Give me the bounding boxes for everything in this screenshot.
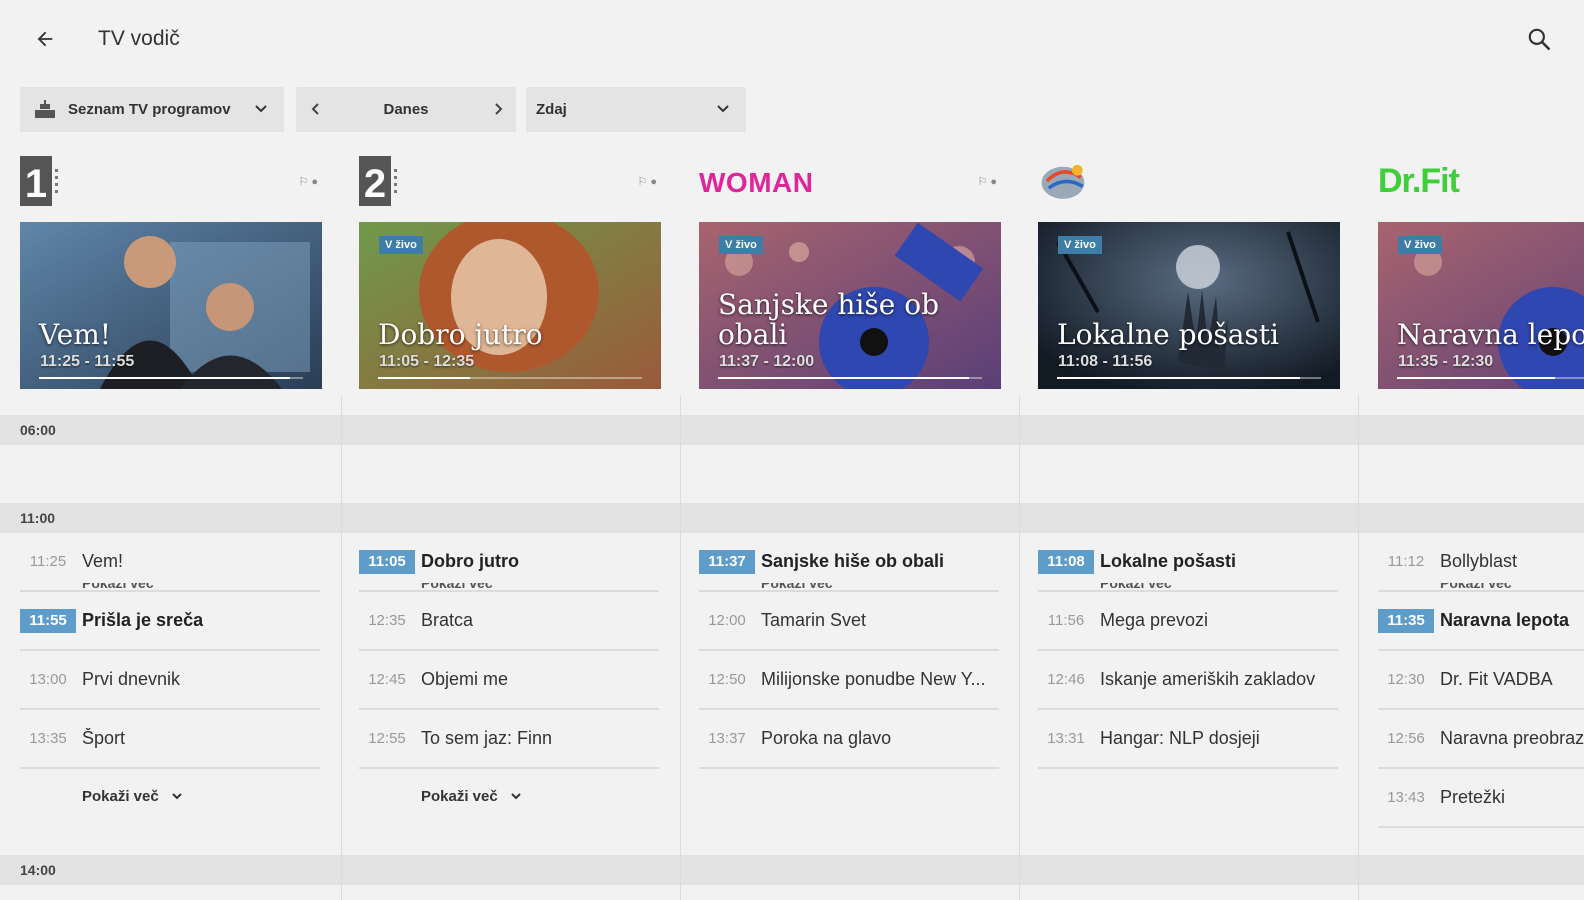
day-selector: Danes [296, 87, 516, 132]
program-row[interactable]: 11:37 Sanjske hiše ob obali [699, 533, 999, 592]
program-row[interactable]: 11:56 Mega prevozi [1038, 592, 1338, 651]
program-row[interactable]: 11:55 Prišla je sreča [20, 592, 320, 651]
program-list: 11:12 Bollyblast 11:35 Naravna lepota 12:3… [1378, 533, 1584, 828]
now-playing-card[interactable]: V živo Dobro jutro 11:05 - 12:35 [359, 222, 661, 389]
card-program-title: Lokalne pošasti [1057, 317, 1279, 351]
next-day-button[interactable] [488, 99, 508, 119]
now-playing-card[interactable]: V živo Sanjske hiše ob obali 11:37 - 12:… [699, 222, 1001, 389]
card-program-time: 11:25 - 11:55 [40, 353, 135, 370]
program-progress-bar [378, 377, 642, 379]
card-program-time: 11:05 - 12:35 [379, 353, 475, 370]
chevron-down-icon [717, 105, 729, 113]
channel-logo-drfit[interactable]: Dr.Fit [1378, 156, 1460, 206]
card-program-title: Dobro jutro [378, 317, 543, 351]
program-list: 11:25 Vem! 11:55 Prišla je sreča 13:00 Prvi… [20, 533, 320, 823]
program-row[interactable]: 11:25 Vem! [20, 533, 320, 592]
channel-logo-1[interactable]: 1 [20, 156, 63, 206]
channel-options-icon[interactable]: ⚐ ● [637, 175, 657, 188]
card-program-title: Sanjske hiše ob obali [718, 288, 940, 351]
program-progress-bar [1397, 377, 1584, 379]
card-program-time: 11:08 - 11:56 [1058, 353, 1153, 370]
show-more-button[interactable]: Pokaži več [359, 769, 659, 823]
channel-column-5: Dr.Fit V živo Naravna lepota 11:35 - 12:… [1358, 150, 1584, 900]
live-badge: V živo [1058, 236, 1102, 254]
search-icon [1528, 28, 1551, 51]
program-row[interactable]: 11:08 Lokalne pošasti [1038, 533, 1338, 592]
chevron-down-icon [172, 793, 182, 800]
now-playing-card[interactable]: Vem! 11:25 - 11:55 [20, 222, 322, 389]
channel-logo-4[interactable] [1038, 156, 1088, 206]
time-label: Zdaj [536, 101, 567, 118]
chevron-down-icon [511, 793, 521, 800]
back-button[interactable] [30, 24, 60, 54]
program-row[interactable]: 11:35 Naravna lepota [1378, 592, 1584, 651]
program-row[interactable]: 12:50 Milijonske ponudbe New Y... [699, 651, 999, 710]
channel-logo-2[interactable]: 2 [359, 156, 402, 206]
live-badge: V živo [719, 236, 763, 254]
program-list: 11:05 Dobro jutro 12:35 Bratca 12:45 Objemi… [359, 533, 659, 823]
channel-column-3: WOMAN ⚐ ● V živo Sanjske hiše ob obali 1… [679, 150, 1017, 900]
program-row[interactable]: 11:12 Bollyblast [1378, 533, 1584, 592]
chevron-down-icon [255, 105, 267, 113]
page-title: TV vodič [98, 27, 180, 50]
program-row[interactable]: 12:55 To sem jaz: Finn [359, 710, 659, 769]
program-row[interactable]: 13:35 Šport [20, 710, 320, 769]
chevron-left-icon [311, 103, 319, 115]
program-row[interactable]: 11:05 Dobro jutro [359, 533, 659, 592]
search-button[interactable] [1522, 22, 1556, 56]
program-row[interactable]: 12:56Naravna preobrazba [1378, 710, 1584, 769]
arrow-left-icon [37, 31, 53, 47]
program-row[interactable]: 13:37 Poroka na glavo [699, 710, 999, 769]
program-list: 11:37 Sanjske hiše ob obali 12:00 Tamarin … [699, 533, 999, 769]
program-row[interactable]: 12:46 Iskanje ameriških zakladov [1038, 651, 1338, 710]
show-more-button[interactable]: Pokaži več [20, 769, 320, 823]
previous-day-button[interactable] [306, 99, 326, 119]
now-playing-card[interactable]: V živo Lokalne pošasti 11:08 - 11:56 [1038, 222, 1340, 389]
channel-column-2: 2 ⚐ ● V živo Dobro jutro 11:05 - 12:35 P… [339, 150, 677, 900]
card-program-title: Naravna lepota [1397, 317, 1584, 351]
logo-decoration [55, 156, 63, 206]
logo-decoration [394, 156, 402, 206]
day-label: Danes [383, 101, 429, 118]
live-badge: V živo [379, 236, 423, 254]
channel-column-1: 1 ⚐ ● Vem! 11:25 - 11:55 Pokaži več 11:2… [0, 150, 338, 900]
program-progress-bar [39, 377, 303, 379]
program-row[interactable]: 12:30 Dr. Fit VADBA [1378, 651, 1584, 710]
channel-options-icon[interactable]: ⚐ ● [298, 175, 318, 188]
program-row[interactable]: 12:00 Tamarin Svet [699, 592, 999, 651]
program-list: 11:08 Lokalne pošasti 11:56 Mega prevozi 1… [1038, 533, 1338, 769]
card-program-time: 11:35 - 12:30 [1398, 353, 1494, 370]
channel-list-icon [35, 99, 55, 118]
channel-column-4: V živo Lokalne pošasti 11:08 - 11:56 Pok… [1018, 150, 1356, 900]
program-progress-bar [1057, 377, 1321, 379]
channel-list-label: Seznam TV programov [68, 101, 231, 118]
channel-logo-woman[interactable]: WOMAN [699, 156, 813, 206]
channel-list-dropdown[interactable]: Seznam TV programov [20, 87, 284, 132]
program-row[interactable]: 12:45 Objemi me [359, 651, 659, 710]
time-dropdown[interactable]: Zdaj [526, 87, 746, 132]
channel-options-icon[interactable]: ⚐ ● [977, 175, 997, 188]
channel-globe-logo-icon [1041, 164, 1085, 199]
program-row[interactable]: 12:35 Bratca [359, 592, 659, 651]
top-bar: TV vodič [0, 0, 1584, 76]
program-row[interactable]: 13:31 Hangar: NLP dosjeji [1038, 710, 1338, 769]
now-playing-card[interactable]: V živo Naravna lepota 11:35 - 12:30 [1378, 222, 1584, 389]
card-program-title: Vem! [39, 317, 112, 351]
program-progress-bar [718, 377, 982, 379]
program-row[interactable]: 13:00 Prvi dnevnik [20, 651, 320, 710]
card-program-time: 11:37 - 12:00 [719, 353, 815, 370]
chevron-right-icon [495, 103, 503, 115]
program-row[interactable]: 13:43 Pretežki [1378, 769, 1584, 828]
live-badge: V živo [1398, 236, 1442, 254]
